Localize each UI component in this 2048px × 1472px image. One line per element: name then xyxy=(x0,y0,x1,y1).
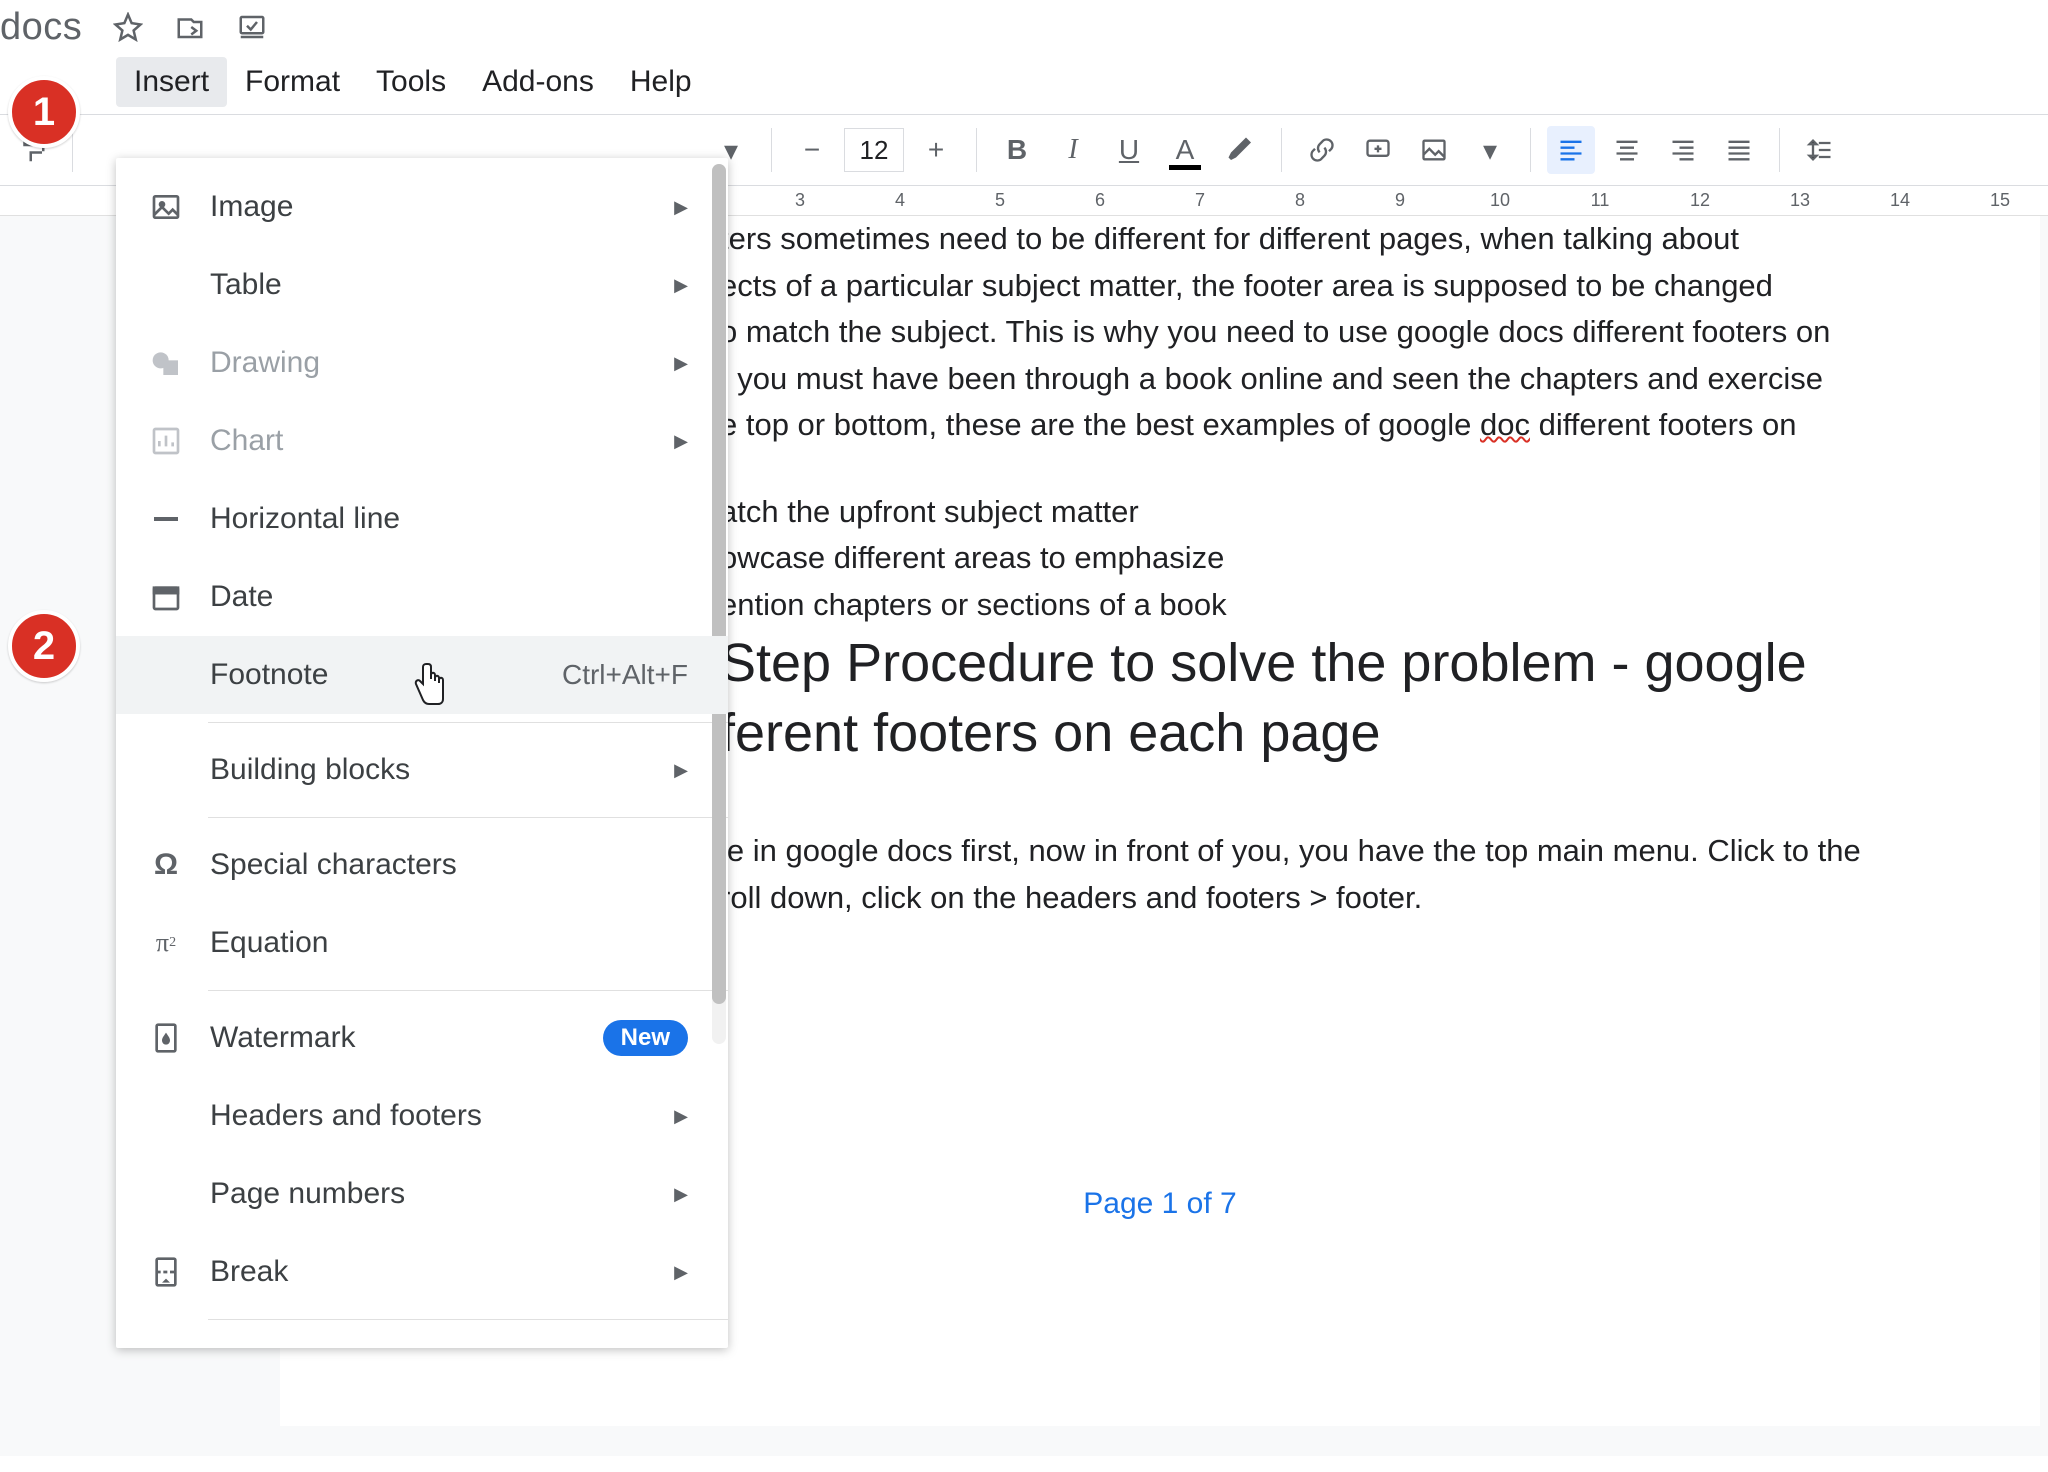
italic-icon[interactable]: I xyxy=(1049,126,1097,174)
insert-dropdown: Image ▶ Table ▶ Drawing ▶ Chart ▶ Horizo… xyxy=(116,158,728,1348)
heading-text: Step Procedure to solve the problem - go… xyxy=(720,628,2040,698)
spelling-error: doc xyxy=(1480,407,1530,442)
menu-tools[interactable]: Tools xyxy=(358,57,464,107)
menu-divider xyxy=(208,1319,728,1320)
title-bar: docs xyxy=(0,0,2048,54)
menu-item-page-numbers[interactable]: Page numbers ▶ xyxy=(116,1155,728,1233)
insert-link-icon[interactable] xyxy=(1298,126,1346,174)
body-text: owcase different areas to emphasize xyxy=(720,535,2040,582)
submenu-arrow-icon: ▶ xyxy=(674,431,688,452)
toolbar-separator xyxy=(976,128,977,172)
menu-item-equation[interactable]: π2 Equation xyxy=(116,904,728,982)
align-center-icon[interactable] xyxy=(1603,126,1651,174)
date-icon xyxy=(146,577,186,617)
toolbar-separator xyxy=(1281,128,1282,172)
body-text: ters sometimes need to be different for … xyxy=(720,216,2040,263)
body-text: e top or bottom, these are the best exam… xyxy=(720,402,2040,449)
watermark-icon xyxy=(146,1018,186,1058)
insert-image-icon[interactable] xyxy=(1410,126,1458,174)
menu-help[interactable]: Help xyxy=(612,57,710,107)
insert-comment-icon[interactable] xyxy=(1354,126,1402,174)
toolbar-separator xyxy=(771,128,772,172)
menu-insert[interactable]: Insert xyxy=(116,57,227,107)
submenu-arrow-icon: ▶ xyxy=(674,1184,688,1205)
menu-item-table[interactable]: Table ▶ xyxy=(116,246,728,324)
body-text: o match the subject. This is why you nee… xyxy=(720,309,2040,356)
menu-item-drawing[interactable]: Drawing ▶ xyxy=(116,324,728,402)
menu-divider xyxy=(208,722,728,723)
new-badge: New xyxy=(603,1020,688,1056)
bold-icon[interactable]: B xyxy=(993,126,1041,174)
menu-item-building-blocks[interactable]: Building blocks ▶ xyxy=(116,731,728,809)
submenu-arrow-icon: ▶ xyxy=(674,353,688,374)
menu-addons[interactable]: Add-ons xyxy=(464,57,612,107)
toolbar-separator xyxy=(1779,128,1780,172)
keyboard-shortcut: Ctrl+Alt+F xyxy=(562,659,688,691)
toolbar-separator xyxy=(72,128,73,172)
step-badge-1: 1 xyxy=(8,76,80,148)
underline-icon[interactable]: U xyxy=(1105,126,1153,174)
submenu-arrow-icon: ▶ xyxy=(674,760,688,781)
menu-item-watermark[interactable]: Watermark New xyxy=(116,999,728,1077)
chart-icon xyxy=(146,421,186,461)
body-text: atch the upfront subject matter xyxy=(720,489,2040,536)
page-number: Page 1 of 7 xyxy=(720,1181,2040,1226)
doc-title[interactable]: docs xyxy=(0,6,82,49)
body-text: . you must have been through a book onli… xyxy=(720,356,2040,403)
star-icon[interactable] xyxy=(112,11,144,43)
highlight-icon[interactable] xyxy=(1217,126,1265,174)
body-text: ects of a particular subject matter, the… xyxy=(720,263,2040,310)
image-dropdown-icon[interactable]: ▾ xyxy=(1466,126,1514,174)
text-color-icon[interactable]: A xyxy=(1161,126,1209,174)
increase-font-icon[interactable]: + xyxy=(912,126,960,174)
menu-item-image[interactable]: Image ▶ xyxy=(116,168,728,246)
font-size-input[interactable]: 12 xyxy=(844,128,904,172)
equation-icon: π2 xyxy=(146,923,186,963)
align-left-icon[interactable] xyxy=(1547,126,1595,174)
move-icon[interactable] xyxy=(174,11,206,43)
toolbar-separator xyxy=(1530,128,1531,172)
step-badge-2: 2 xyxy=(8,610,80,682)
menu-item-break[interactable]: Break ▶ xyxy=(116,1233,728,1311)
menu-item-chart[interactable]: Chart ▶ xyxy=(116,402,728,480)
menu-divider xyxy=(208,990,728,991)
line-spacing-icon[interactable] xyxy=(1796,126,1844,174)
align-right-icon[interactable] xyxy=(1659,126,1707,174)
menu-item-date[interactable]: Date xyxy=(116,558,728,636)
cloud-status-icon[interactable] xyxy=(236,11,268,43)
break-icon xyxy=(146,1252,186,1292)
image-icon xyxy=(146,187,186,227)
submenu-arrow-icon: ▶ xyxy=(674,197,688,218)
cursor-pointer-icon xyxy=(410,660,450,704)
decrease-font-icon[interactable]: − xyxy=(788,126,836,174)
menu-item-horizontal-line[interactable]: Horizontal line xyxy=(116,480,728,558)
menu-format[interactable]: Format xyxy=(227,57,358,107)
align-justify-icon[interactable] xyxy=(1715,126,1763,174)
submenu-arrow-icon: ▶ xyxy=(674,275,688,296)
menu-bar: Insert Format Tools Add-ons Help xyxy=(108,54,2048,110)
menu-divider xyxy=(208,817,728,818)
omega-icon: Ω xyxy=(146,845,186,885)
body-text: roll down, click on the headers and foot… xyxy=(720,875,2040,922)
menu-item-headers-footers[interactable]: Headers and footers ▶ xyxy=(116,1077,728,1155)
submenu-arrow-icon: ▶ xyxy=(674,1106,688,1127)
heading-text: ferent footers on each page xyxy=(720,698,2040,768)
submenu-arrow-icon: ▶ xyxy=(674,1262,688,1283)
menu-item-special-characters[interactable]: Ω Special characters xyxy=(116,826,728,904)
body-text: le in google docs first, now in front of… xyxy=(720,828,2040,875)
body-text: ention chapters or sections of a book xyxy=(720,582,2040,629)
horizontal-line-icon xyxy=(146,499,186,539)
drawing-icon xyxy=(146,343,186,383)
